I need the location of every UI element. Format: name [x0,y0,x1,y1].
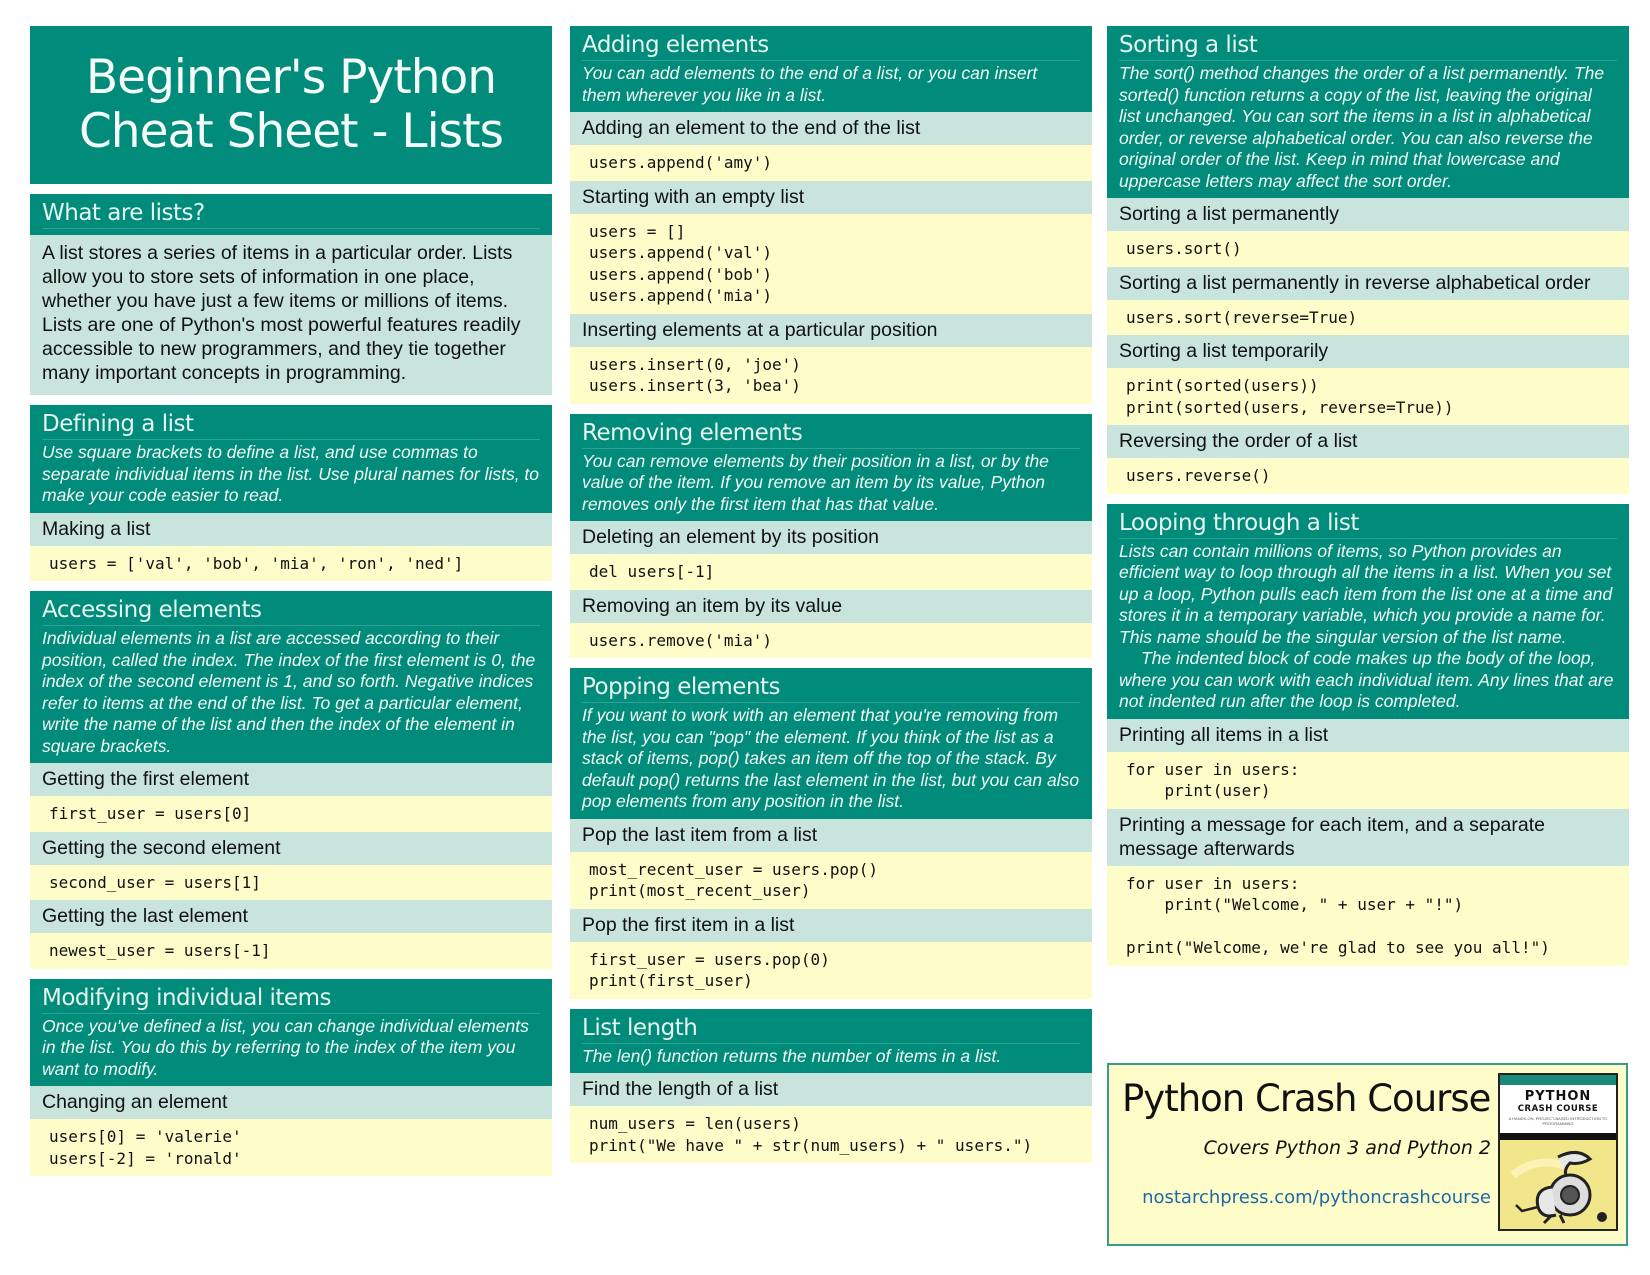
page-title: Beginner's Python Cheat Sheet - Lists [30,26,552,184]
example-label: Find the length of a list [570,1073,1092,1106]
code-block: users.sort() [1107,231,1629,267]
section-description: Individual elements in a list are access… [42,628,536,756]
example-label: Deleting an element by its position [570,521,1092,554]
code-block: users.remove('mia') [570,622,1092,658]
code-block: users.reverse() [1107,458,1629,494]
section-accessing: Accessing elements Individual elements i… [30,591,552,969]
example-label: Reversing the order of a list [1107,425,1629,458]
section-what-are-lists: What are lists? A list stores a series o… [30,194,552,395]
section-description: Lists can contain millions of items, so … [1119,539,1617,713]
section-description: The sort() method changes the order of a… [1119,63,1605,191]
book-title-line1: PYTHON [1524,1089,1592,1104]
column-left: Beginner's Python Cheat Sheet - Lists Wh… [30,26,552,1186]
example-label: Printing all items in a list [1107,718,1629,752]
example-label: Getting the first element [30,763,552,796]
example-label: Getting the last element [30,900,552,933]
code-block: for user in users: print(user) [1107,751,1629,809]
example-label: Removing an item by its value [570,589,1092,623]
section-title: Looping through a list [1119,508,1617,539]
section-description: You can remove elements by their positio… [582,450,1049,514]
section-title: List length [582,1013,1080,1044]
section-description-p2: The indented block of code makes up the … [1119,648,1614,711]
code-block: for user in users: print("Welcome, " + u… [1107,865,1629,966]
example-label: Sorting a list temporarily [1107,335,1629,368]
code-block: first_user = users.pop(0) print(first_us… [570,941,1092,999]
section-title: Popping elements [582,672,1080,703]
section-sorting: Sorting a list The sort() method changes… [1107,26,1629,494]
section-description: Once you've defined a list, you can chan… [42,1015,529,1079]
column-middle: Adding elements You can add elements to … [570,26,1092,1173]
book-title-line2: CRASH COURSE [1517,1104,1599,1114]
example-label: Pop the first item in a list [570,908,1092,942]
python-robot-icon [1510,1151,1607,1225]
code-block: print(sorted(users)) print(sorted(users,… [1107,368,1629,425]
code-block: users.insert(0, 'joe') users.insert(3, '… [570,346,1092,404]
code-block: first_user = users[0] [30,796,552,832]
page-title-line2: Cheat Sheet - Lists [78,104,504,159]
code-block: users = [] users.append('val') users.app… [570,213,1092,314]
code-block: users.sort(reverse=True) [1107,299,1629,335]
section-popping: Popping elements If you want to work wit… [570,668,1092,999]
section-defining: Defining a list Use square brackets to d… [30,405,552,581]
code-block: newest_user = users[-1] [30,933,552,969]
section-title: Defining a list [42,409,540,440]
example-label: Starting with an empty list [570,180,1092,214]
example-label: Inserting elements at a particular posit… [570,313,1092,347]
column-right: Sorting a list The sort() method changes… [1107,26,1629,976]
section-modifying: Modifying individual items Once you've d… [30,978,552,1176]
section-title: Modifying individual items [42,983,540,1014]
section-title: Accessing elements [42,595,540,626]
code-block: most_recent_user = users.pop() print(mos… [570,851,1092,909]
section-title: Removing elements [582,418,1080,449]
book-cover-image: PYTHON CRASH COURSE A HANDS-ON, PROJECT-… [1498,1073,1618,1231]
promo-link[interactable]: nostarchpress.com/pythoncrashcourse [1142,1187,1491,1208]
book-promo: Python Crash Course Covers Python 3 and … [1107,1063,1628,1246]
example-label: Making a list [30,512,552,546]
book-tagline: A HANDS-ON, PROJECT-BASED INTRODUCTION T… [1508,1116,1608,1126]
promo-title: Python Crash Course [1122,1077,1491,1120]
code-block: num_users = len(users) print("We have " … [570,1106,1092,1163]
example-label: Adding an element to the end of the list [570,112,1092,145]
section-description: The len() function returns the number of… [582,1045,1002,1066]
section-title: What are lists? [42,198,540,229]
section-description: If you want to work with an element that… [582,705,1080,811]
code-block: users = ['val', 'bob', 'mia', 'ron', 'ne… [30,545,552,581]
promo-subtitle: Covers Python 3 and Python 2 [1203,1137,1491,1159]
section-description: You can add elements to the end of a lis… [582,63,1038,105]
code-block: users[0] = 'valerie' users[-2] = 'ronald… [30,1119,552,1176]
example-label: Printing a message for each item, and a … [1107,808,1629,866]
example-label: Getting the second element [30,831,552,865]
example-label: Pop the last item from a list [570,818,1092,852]
code-block: del users[-1] [570,554,1092,590]
code-block: second_user = users[1] [30,864,552,900]
section-looping: Looping through a list Lists can contain… [1107,503,1629,966]
page-title-line1: Beginner's Python [85,50,497,105]
section-description: Use square brackets to define a list, an… [42,442,540,505]
section-removing: Removing elements You can remove element… [570,413,1092,658]
example-label: Sorting a list permanently [1107,198,1629,231]
section-title: Adding elements [582,30,1080,61]
section-description-p1: Lists can contain millions of items, so … [1119,540,1613,647]
section-body: A list stores a series of items in a par… [30,235,552,395]
section-adding: Adding elements You can add elements to … [570,26,1092,404]
example-label: Changing an element [30,1086,552,1119]
section-length: List length The len() function returns t… [570,1008,1092,1163]
section-title: Sorting a list [1119,30,1617,61]
example-label: Sorting a list permanently in reverse al… [1107,266,1629,300]
code-block: users.append('amy') [570,145,1092,181]
